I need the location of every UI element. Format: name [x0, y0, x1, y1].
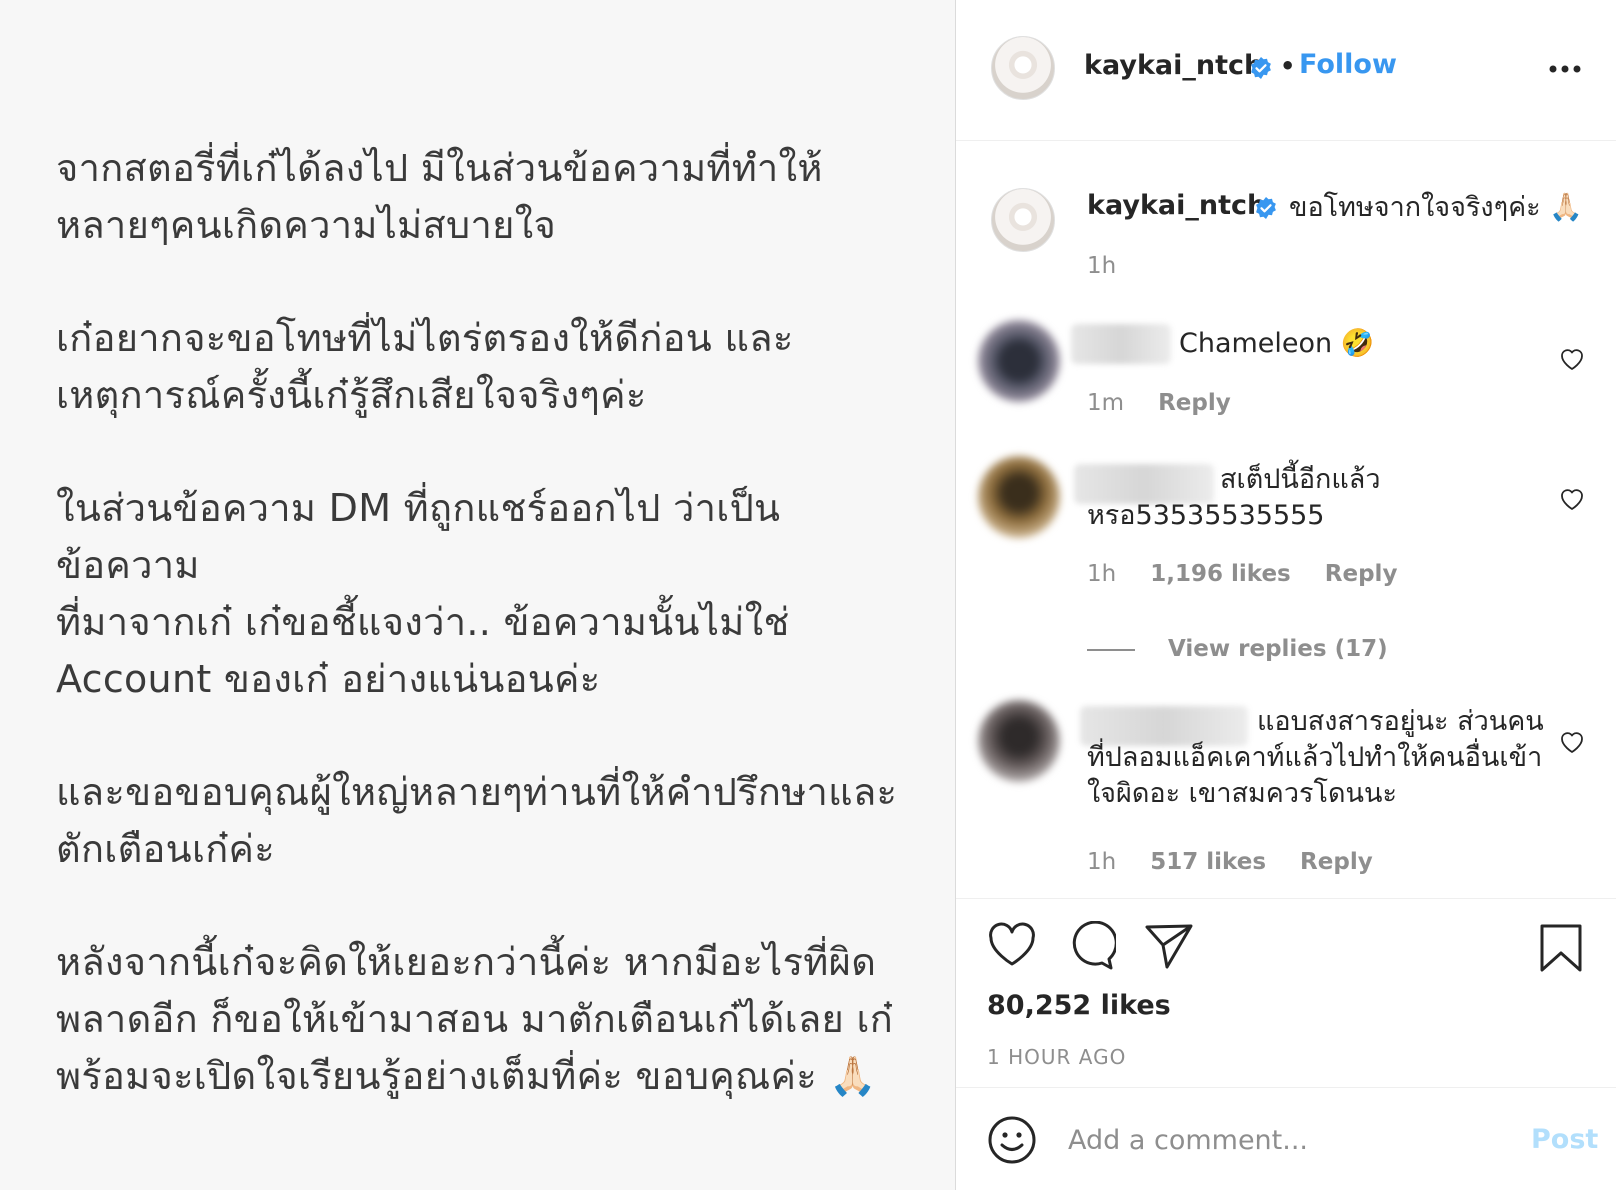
header-username[interactable]: kaykai_ntch	[1084, 50, 1263, 81]
post-time-ago: 1 HOUR AGO	[987, 1045, 1127, 1069]
comment-meta: 1h 517 likes Reply	[1087, 849, 1373, 875]
comment-text: แอบสงสารอยู่นะ ส่วนคน ที่ปลอมแอ็คเคาท์แล…	[1087, 706, 1544, 809]
caption-username[interactable]: kaykai_ntch	[1087, 190, 1266, 221]
avatar[interactable]	[991, 36, 1055, 100]
reply-button[interactable]: Reply	[1300, 849, 1373, 875]
post-likes[interactable]: 80,252 likes	[987, 990, 1171, 1021]
more-options-icon[interactable]	[1548, 64, 1582, 74]
comment-text: Chameleon 🤣	[1179, 328, 1375, 359]
verified-badge-icon	[1256, 197, 1276, 219]
post-paragraph-2: เก๋อยากจะขอโทษที่ไม่ไตร่ตรองให้ดีก่อน แล…	[56, 316, 794, 417]
comment-icon[interactable]	[1066, 921, 1116, 971]
emoji-smiley-icon[interactable]	[987, 1115, 1037, 1165]
post-comment-button[interactable]: Post	[1531, 1124, 1598, 1155]
bookmark-icon[interactable]	[1539, 923, 1583, 973]
comment-meta: 1m Reply	[1087, 390, 1231, 416]
view-replies-button[interactable]: View replies (17)	[1168, 636, 1388, 662]
comment-time: 1m	[1087, 390, 1125, 416]
like-comment-heart-icon[interactable]	[1559, 487, 1585, 511]
verified-badge-icon	[1251, 57, 1271, 79]
add-comment-input[interactable]	[1066, 1116, 1500, 1164]
comment-time: 1h	[1087, 561, 1117, 587]
post-text-block: จากสตอรี่ที่เก๋ได้ลงไป มีในส่วนข้อความที…	[56, 140, 916, 1161]
caption-text: ขอโทษจากใจจริงๆค่ะ 🙏🏻	[1289, 192, 1583, 223]
header-separator: •	[1280, 52, 1296, 80]
reply-button[interactable]: Reply	[1325, 561, 1398, 587]
avatar[interactable]	[978, 700, 1060, 782]
instagram-post-page: จากสตอรี่ที่เก๋ได้ลงไป มีในส่วนข้อความที…	[0, 0, 1616, 1190]
post-paragraph-4: และขอขอบคุณผู้ใหญ่หลายๆท่านที่ให้คำปรึกษ…	[56, 770, 898, 871]
follow-button[interactable]: Follow	[1299, 49, 1397, 80]
post-side-panel: kaykai_ntch • Follow kaykai_ntch ขอโทษจา…	[955, 0, 1616, 1190]
comment-likes[interactable]: 1,196 likes	[1150, 561, 1291, 587]
avatar[interactable]	[978, 456, 1060, 538]
post-header: kaykai_ntch • Follow	[956, 0, 1616, 141]
post-paragraph-1: จากสตอรี่ที่เก๋ได้ลงไป มีในส่วนข้อความที…	[56, 146, 823, 247]
like-comment-heart-icon[interactable]	[1559, 347, 1585, 371]
view-replies-line	[1087, 649, 1135, 651]
post-paragraph-3: ในส่วนข้อความ DM ที่ถูกแชร์ออกไป ว่าเป็น…	[56, 486, 790, 701]
comment-meta: 1h 1,196 likes Reply	[1087, 561, 1397, 587]
avatar[interactable]	[991, 188, 1055, 252]
heart-icon[interactable]	[987, 922, 1037, 968]
post-paragraph-5: หลังจากนี้เก๋จะคิดให้เยอะกว่านี้ค่ะ หากม…	[56, 940, 894, 1098]
post-image[interactable]: จากสตอรี่ที่เก๋ได้ลงไป มีในส่วนข้อความที…	[0, 0, 955, 1190]
actions-bar	[956, 898, 1616, 972]
add-comment-bar: Post	[956, 1087, 1616, 1191]
reply-button[interactable]: Reply	[1158, 390, 1231, 416]
blurred-username[interactable]	[1071, 324, 1171, 364]
comment-text: สเต็ปนี้อีกแล้ว หรอ53535535555	[1087, 464, 1381, 531]
avatar[interactable]	[978, 320, 1060, 402]
like-comment-heart-icon[interactable]	[1559, 730, 1585, 754]
share-send-icon[interactable]	[1144, 921, 1194, 969]
comment-time: 1h	[1087, 849, 1117, 875]
comment-likes[interactable]: 517 likes	[1150, 849, 1266, 875]
caption-time: 1h	[1087, 253, 1117, 279]
